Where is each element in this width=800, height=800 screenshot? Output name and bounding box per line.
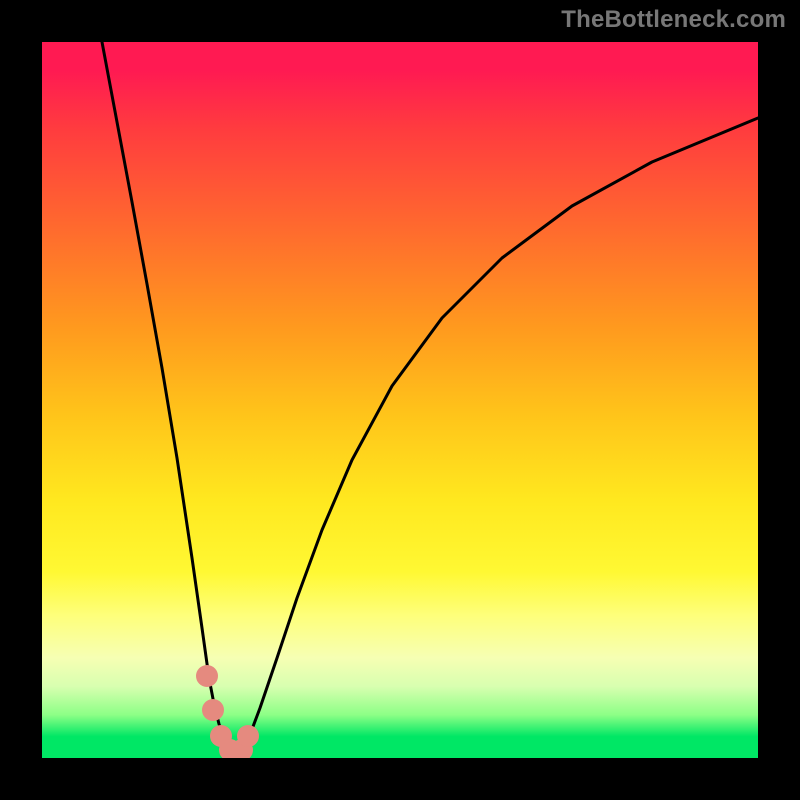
curve-left bbox=[102, 42, 238, 756]
data-point bbox=[202, 699, 224, 721]
plot-area bbox=[42, 42, 758, 758]
dots-right bbox=[231, 725, 259, 758]
curve-right bbox=[238, 118, 758, 756]
outer-frame: TheBottleneck.com bbox=[0, 0, 800, 800]
watermark-text: TheBottleneck.com bbox=[561, 6, 786, 34]
data-point bbox=[196, 665, 218, 687]
data-point bbox=[237, 725, 259, 747]
chart-svg bbox=[42, 42, 758, 758]
